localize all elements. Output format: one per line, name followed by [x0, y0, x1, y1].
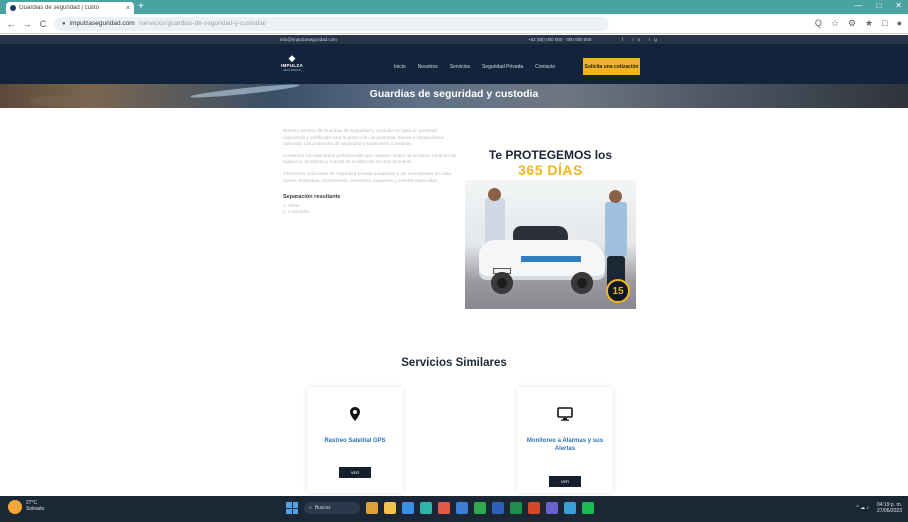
os-taskbar: 27°C Soleado ⌕ Buscar ^ ☁ ♪ 04:19 p. m. … [0, 496, 908, 522]
tray-icons[interactable]: ^ ☁ ♪ [856, 505, 869, 511]
clock-date: 27/06/2023 [876, 508, 902, 514]
photos-icon[interactable] [564, 502, 576, 514]
clock[interactable]: 04:19 p. m. 27/06/2023 [877, 502, 902, 514]
menu-item-seguridad-privada[interactable]: Seguridad Privada [482, 64, 523, 70]
description-paragraph-2: Contamos con elementos profesionales que… [283, 152, 457, 165]
bookmark-star-icon[interactable]: ☆ [831, 18, 839, 29]
service-card-gps[interactable]: Rastreo Satelital GPS VER [307, 387, 403, 493]
weather-desc: Soleado [26, 506, 45, 512]
site-top-bar: info@impulzaseguridad.com +52 (55) 000 0… [0, 35, 908, 44]
teams-icon[interactable] [546, 502, 558, 514]
service-description: Nuestro servicio de Guardias de Segurida… [283, 128, 459, 216]
topbar-email[interactable]: info@impulzaseguridad.com [280, 37, 337, 42]
site-favicon-icon [10, 5, 16, 11]
menu-item-nosotros[interactable]: Nosotros [418, 64, 438, 70]
window-controls: — □ ✕ [854, 1, 902, 10]
car-wheel-rear [571, 272, 593, 294]
toolbar-icons: Q ☆ ⚙ ★ □ ● [815, 18, 902, 29]
maximize-button[interactable]: □ [876, 1, 881, 10]
excel-icon[interactable] [510, 502, 522, 514]
search-icon: ⌕ [309, 505, 312, 511]
page-hero-banner: Guardias de seguridad y custodia [0, 84, 908, 108]
browser-tab-strip: Guardias de seguridad | custo × + — □ ✕ [0, 0, 908, 14]
store-icon[interactable] [438, 502, 450, 514]
promo-highlight: 365 DÍAS [518, 162, 583, 178]
sub-list: 1. Otros 2. A domicilio [283, 203, 459, 216]
weather-widget[interactable]: 27°C Soleado [8, 500, 44, 514]
location-pin-icon [307, 407, 403, 421]
quote-button[interactable]: Solicita una cotización [583, 58, 640, 75]
profile-icon[interactable]: ● [897, 18, 902, 29]
main-menu: Inicio Nosotros Servicios Seguridad Priv… [394, 64, 555, 70]
browser-toolbar: ← → C ● impulzaseguridad.com/servicios/g… [0, 14, 908, 34]
promo-photo-scene: 15 [465, 180, 636, 309]
forward-button[interactable]: → [22, 19, 32, 29]
windows-start-icon[interactable] [286, 502, 298, 514]
word-icon[interactable] [492, 502, 504, 514]
tab-close-icon[interactable]: × [126, 5, 130, 12]
task-view-icon[interactable] [366, 502, 378, 514]
sidepanel-icon[interactable]: □ [882, 18, 887, 29]
mail-icon[interactable] [456, 502, 468, 514]
settings-icon[interactable]: ⚙ [848, 18, 856, 29]
description-paragraph-3: Ofrecemos soluciones de seguridad privad… [283, 170, 452, 183]
anniversary-badge: 15 [606, 279, 630, 303]
chrome-icon[interactable] [474, 502, 486, 514]
logo-mark-icon: ◆ [288, 53, 296, 63]
car-wheel-front [491, 272, 513, 294]
extensions-icon[interactable]: ★ [865, 18, 873, 29]
car-window [513, 226, 568, 240]
taskbar-apps: ⌕ Buscar [286, 502, 594, 514]
sun-icon [8, 500, 22, 514]
site-logo[interactable]: ◆ IMPULZA SEGURIDAD [278, 53, 306, 73]
close-window-button[interactable]: ✕ [895, 1, 902, 10]
service-card-button[interactable]: VER [549, 476, 581, 487]
menu-item-servicios[interactable]: Servicios [450, 64, 470, 70]
promo-headline: Te PROTEGEMOS los [488, 148, 613, 162]
service-card-button[interactable]: VER [339, 467, 371, 478]
minimize-button[interactable]: — [854, 1, 862, 10]
powerpoint-icon[interactable] [528, 502, 540, 514]
site-navbar: ◆ IMPULZA SEGURIDAD Inicio Nosotros Serv… [0, 44, 908, 84]
lock-icon: ● [62, 20, 66, 27]
taskbar-search[interactable]: ⌕ Buscar [304, 502, 360, 514]
tab-title: Guardias de seguridad | custo [19, 5, 99, 11]
service-card-title[interactable]: Monitoreo a Alarmas y sus Alertas [521, 437, 609, 453]
similar-services-title: Servicios Similares [401, 357, 507, 369]
widgets-icon[interactable] [402, 502, 414, 514]
menu-item-contacto[interactable]: Contacto [535, 64, 555, 70]
reload-button[interactable]: C [38, 19, 48, 29]
browser-tab-active[interactable]: Guardias de seguridad | custo × [6, 2, 134, 14]
car-stripe [521, 256, 581, 262]
topbar-social-icons[interactable]: f in ig [622, 37, 661, 42]
service-card-title[interactable]: Rastreo Satelital GPS [311, 437, 399, 445]
sub-list-item: 1. Otros [283, 202, 300, 208]
logo-tagline: SEGURIDAD [283, 68, 301, 72]
guard-head-right [609, 190, 622, 203]
url-host: impulzaseguridad.com [69, 20, 135, 27]
description-paragraph-1: Nuestro servicio de Guardias de Segurida… [283, 128, 445, 147]
back-button[interactable]: ← [6, 19, 16, 29]
zoom-icon[interactable]: Q [815, 18, 822, 29]
topbar-phone[interactable]: +52 (55) 000 000 · 000 000 000 [528, 37, 591, 42]
new-tab-button[interactable]: + [138, 2, 144, 12]
file-explorer-icon[interactable] [384, 502, 396, 514]
monitor-icon [517, 407, 613, 421]
menu-item-inicio[interactable]: Inicio [394, 64, 406, 70]
address-bar[interactable]: ● impulzaseguridad.com/servicios/guardia… [54, 16, 609, 31]
sub-list-item: 2. A domicilio [283, 209, 310, 215]
guard-figure-right [605, 202, 627, 256]
taskbar-search-label: Buscar [314, 505, 331, 511]
spotify-icon[interactable] [582, 502, 594, 514]
edge-browser-icon[interactable] [420, 502, 432, 514]
url-path: /servicios/guardias-de-seguridad-y-custo… [138, 20, 267, 27]
guard-head-left [488, 188, 501, 201]
service-card-monitoring[interactable]: Monitoreo a Alarmas y sus Alertas VER [517, 387, 613, 493]
sub-heading: Separación resultante [283, 194, 341, 201]
system-tray: ^ ☁ ♪ 04:19 p. m. 27/06/2023 [856, 502, 902, 514]
promo-image: 15 Te PROTEGEMOS los 365 DÍAS [465, 140, 636, 309]
page-title: Guardias de seguridad y custodia [369, 88, 539, 100]
